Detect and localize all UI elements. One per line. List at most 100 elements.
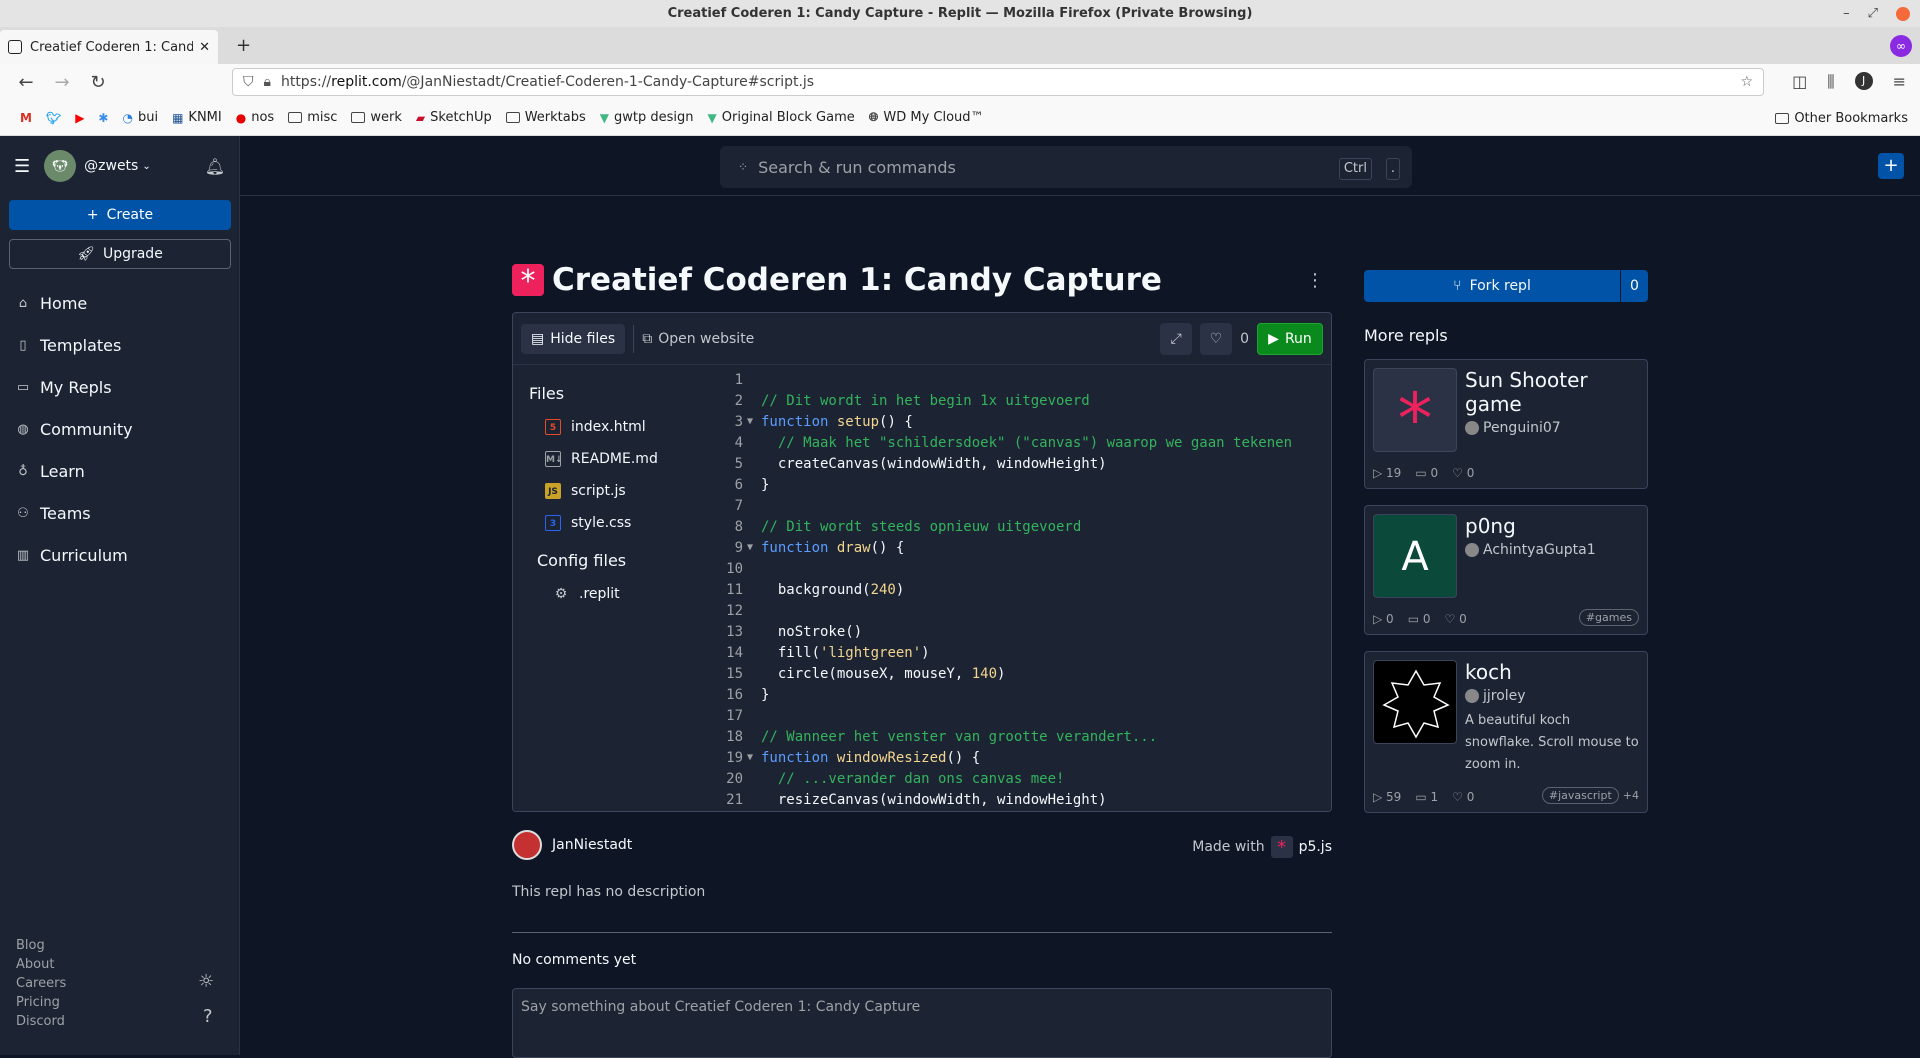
bookmark-misc[interactable]: misc	[288, 110, 337, 125]
line-number: 15	[726, 665, 743, 682]
bookmark-gmail[interactable]: M	[20, 111, 32, 125]
username[interactable]: @zwets	[84, 158, 138, 174]
pocket-icon[interactable]: ◫	[1792, 72, 1807, 92]
avatar[interactable]: 🐨︎	[44, 150, 77, 182]
expand-button[interactable]: ⤢	[1160, 323, 1193, 355]
file-item[interactable]: 3 style.css	[513, 507, 713, 539]
bookmark-sketchup[interactable]: ▰ SketchUp	[416, 110, 492, 125]
bell-icon[interactable]: 🔔︎	[205, 157, 225, 176]
fold-arrow-icon[interactable]: ▼	[747, 542, 761, 553]
repl-card-title[interactable]: Sun Shooter game	[1465, 368, 1639, 416]
footer-link-careers[interactable]: Careers	[16, 974, 66, 993]
create-button[interactable]: + Create	[9, 200, 231, 230]
bookmark-wd-my-cloud-[interactable]: 🌐︎ WD My Cloud™	[869, 110, 984, 125]
repl-card[interactable]: Ap0ng AchintyaGupta1 ▷ 0 ▭ 0 ♡ 0 #games	[1364, 505, 1648, 635]
author-avatar[interactable]	[512, 830, 542, 860]
footer-link-blog[interactable]: Blog	[16, 936, 66, 955]
forward-icon[interactable]: →	[44, 72, 80, 93]
sidebar-item-community[interactable]: ◍ Community	[0, 408, 240, 450]
close-tab-icon[interactable]: ✕	[199, 40, 210, 55]
bookmark-twitter[interactable]: 🐦︎	[46, 111, 61, 125]
repl-card-user[interactable]: AchintyaGupta1	[1465, 542, 1639, 558]
sidebar-item-teams[interactable]: ⚇ Teams	[0, 492, 240, 534]
library-icon[interactable]: ⫼	[1827, 72, 1834, 92]
fold-arrow-icon[interactable]: ▼	[747, 752, 761, 763]
comment-input[interactable]: Say something about Creatief Coderen 1: …	[512, 988, 1332, 1058]
tag[interactable]: #games	[1578, 609, 1639, 626]
footer-link-pricing[interactable]: Pricing	[16, 993, 66, 1012]
css-file-icon: 3	[545, 515, 561, 531]
minimize-icon[interactable]: –	[1843, 0, 1850, 27]
repl-card-user[interactable]: Penguini07	[1465, 420, 1639, 436]
browser-tab[interactable]: Creatief Coderen 1: Candy C ✕	[0, 30, 218, 64]
play-icon: ▷	[1373, 612, 1387, 626]
hide-files-button[interactable]: ▤ Hide files	[521, 323, 626, 354]
chevron-down-icon[interactable]: ⌄	[142, 161, 150, 172]
code-line: 8 // Dit wordt steeds opnieuw uitgevoerd	[713, 516, 1331, 537]
tab-title: Creatief Coderen 1: Candy C	[30, 39, 194, 55]
url-bar[interactable]: ⛉ 🔒︎ https://replit.com/@JanNiestadt/Cre…	[232, 68, 1764, 96]
close-window-icon[interactable]	[1896, 6, 1910, 21]
bookmark-label: werk	[370, 110, 402, 125]
run-button[interactable]: ▶ Run	[1257, 323, 1323, 355]
config-file-item[interactable]: ⚙ .replit	[513, 578, 713, 610]
code-editor[interactable]: 1 2// Dit wordt in het begin 1x uitgevoer…	[713, 365, 1331, 811]
sidebar-item-learn[interactable]: ♁ Learn	[0, 450, 240, 492]
fork-bar: ⑂ Fork repl 0	[1364, 270, 1648, 302]
repl-card-title[interactable]: koch	[1465, 660, 1639, 684]
fold-arrow-icon[interactable]: ▼	[747, 416, 761, 427]
footer-link-discord[interactable]: Discord	[16, 1012, 66, 1031]
other-bookmarks-label: Other Bookmarks	[1794, 111, 1908, 126]
made-with-template[interactable]: p5.js	[1299, 839, 1332, 855]
sidebar-item-templates[interactable]: ▯ Templates	[0, 324, 240, 366]
new-repl-button[interactable]: +	[1878, 153, 1904, 179]
file-item[interactable]: M↓ README.md	[513, 443, 713, 475]
sidebar-item-curriculum[interactable]: ▥ Curriculum	[0, 534, 240, 576]
help-icon[interactable]: ?	[203, 1006, 213, 1027]
play-icon: ▷	[1373, 790, 1387, 804]
bookmark-original-block-game[interactable]: ▼ Original Block Game	[708, 110, 855, 125]
account-icon[interactable]: J	[1854, 72, 1873, 90]
bookmark-youtube[interactable]: ▶	[75, 111, 84, 125]
author-name[interactable]: JanNiestadt	[552, 837, 632, 853]
repl-card[interactable]: * Sun Shooter game Penguini07 ▷ 19 ▭ 0 ♡ 0	[1364, 359, 1648, 489]
bookmark-star-icon[interactable]: ☆	[1740, 74, 1753, 90]
comment-icon: ▭	[1407, 612, 1423, 626]
window-titlebar: Creatief Coderen 1: Candy Capture - Repl…	[0, 0, 1920, 27]
bookmark-werktabs[interactable]: Werktabs	[505, 110, 586, 125]
tag[interactable]: #javascript	[1541, 787, 1619, 804]
line-number: 6	[734, 476, 743, 493]
maximize-icon[interactable]: ⤢	[1868, 0, 1878, 27]
repl-card-user[interactable]: jjroley	[1465, 688, 1639, 704]
file-item[interactable]: JS script.js	[513, 475, 713, 507]
sidebar-item-home[interactable]: ⌂ Home	[0, 282, 240, 324]
shield-icon[interactable]: ⛉	[243, 74, 254, 90]
repl-card[interactable]: koch jjroley A beautiful koch snowflake. S…	[1364, 651, 1648, 813]
line-number: 16	[726, 686, 743, 703]
like-button[interactable]: ♡	[1200, 323, 1233, 355]
bookmark-werk[interactable]: werk	[351, 110, 402, 125]
search-input[interactable]: ⁘ Search & run commands Ctrl .	[720, 146, 1412, 188]
new-tab-icon[interactable]: +	[236, 35, 251, 56]
hamburger-menu-icon[interactable]: ☰	[14, 156, 30, 177]
footer-link-about[interactable]: About	[16, 955, 66, 974]
reload-icon[interactable]: ↻	[80, 72, 116, 93]
open-website-link[interactable]: ⧉ Open website	[642, 331, 754, 347]
bookmark-nos[interactable]: ● nos	[236, 110, 274, 125]
more-options-icon[interactable]: ⋮	[1306, 270, 1324, 291]
bookmark-gwtp-design[interactable]: ▼ gwtp design	[600, 110, 694, 125]
bookmark-knmi[interactable]: ▦ KNMI	[172, 110, 222, 125]
lock-icon[interactable]: 🔒︎	[264, 74, 271, 90]
theme-toggle-icon[interactable]: ☼	[198, 971, 214, 992]
sidebar-item-my-repls[interactable]: ▭ My Repls	[0, 366, 240, 408]
file-item[interactable]: 5 index.html	[513, 411, 713, 443]
other-bookmarks[interactable]: Other Bookmarks	[1775, 111, 1908, 126]
bookmark-bui[interactable]: ◔ bui	[122, 110, 158, 125]
menu-icon[interactable]: ≡	[1893, 72, 1906, 92]
upgrade-button[interactable]: 🚀︎ Upgrade	[9, 239, 231, 269]
bookmark-bluesky-star[interactable]: ✱	[98, 111, 108, 125]
fork-count[interactable]: 0	[1620, 270, 1648, 302]
back-icon[interactable]: ←	[8, 72, 44, 93]
fork-repl-button[interactable]: ⑂ Fork repl	[1364, 270, 1620, 302]
repl-card-title[interactable]: p0ng	[1465, 514, 1639, 538]
